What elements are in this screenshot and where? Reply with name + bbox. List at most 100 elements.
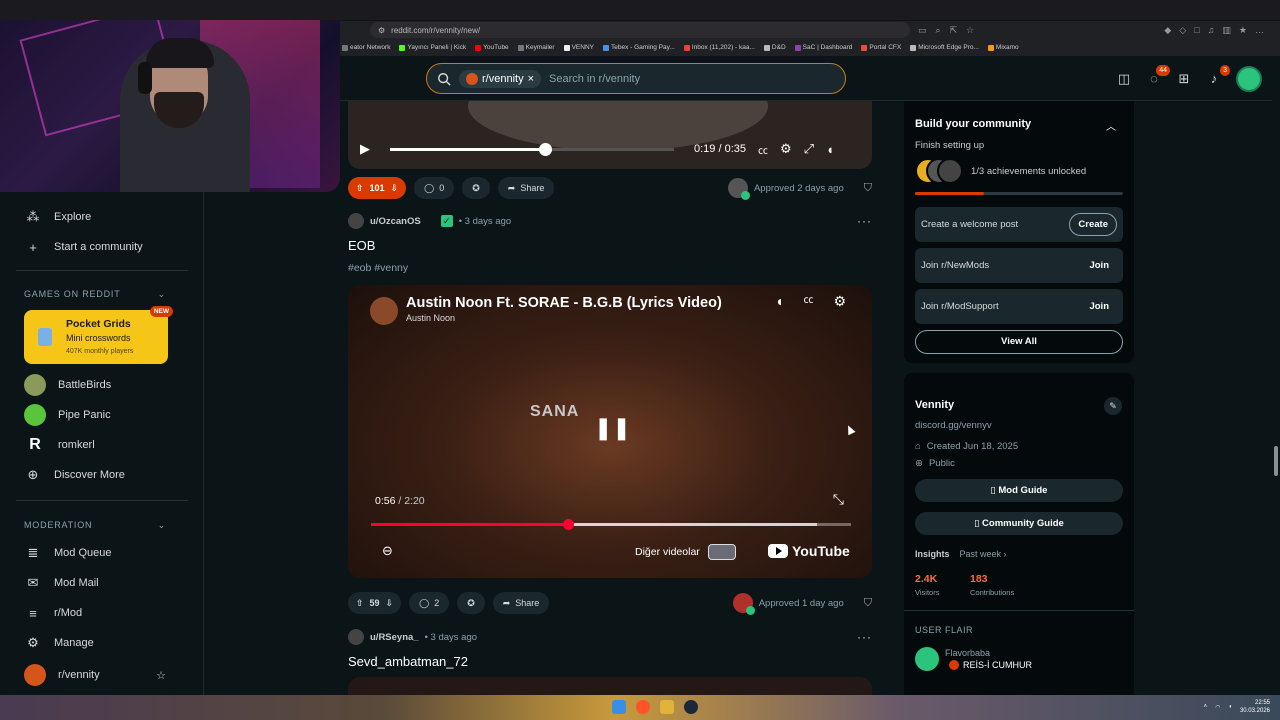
windows-start-icon[interactable] [612, 700, 626, 714]
share-button[interactable]: ➦ Share [492, 592, 550, 614]
fullscreen-icon[interactable]: ⤡ [833, 491, 844, 508]
avatar[interactable] [348, 629, 364, 645]
sidebar-item-mod-queue[interactable]: ≣ Mod Queue [24, 544, 112, 562]
notifications-icon[interactable]: ♪ 3 [1206, 65, 1230, 87]
scrollbar[interactable] [1272, 56, 1280, 695]
bookmark-item[interactable]: Inbox (11,202) - kaa... [683, 44, 755, 51]
youtube-embed[interactable]: Austin Noon Ft. SORAE - B.G.B (Lyrics Vi… [348, 285, 872, 578]
mod-guide-button[interactable]: ▯ Mod Guide [915, 479, 1123, 502]
star-icon[interactable]: ☆ [156, 669, 166, 682]
advertise-icon[interactable]: ◫ [1116, 71, 1132, 87]
more-options-icon[interactable]: ··· [857, 630, 872, 644]
settings-icon[interactable]: … [1255, 25, 1264, 36]
extension-icon[interactable]: □ [1194, 25, 1199, 36]
volume-icon[interactable]: ◖ [1228, 704, 1232, 710]
split-screen-icon[interactable]: ▥ [1222, 25, 1231, 36]
video-title[interactable]: Austin Noon Ft. SORAE - B.G.B (Lyrics Vi… [406, 295, 722, 311]
zoom-icon[interactable]: ⌕ [936, 25, 941, 36]
create-button[interactable]: Create [1069, 213, 1117, 236]
bookmark-item[interactable]: VENNY [563, 44, 594, 51]
play-icon[interactable]: ▶ [360, 141, 370, 157]
gear-icon[interactable]: ⚙ [833, 293, 846, 310]
post-title[interactable]: Sevd_ambatman_72 [348, 654, 468, 669]
sidebar-item-mod-mail[interactable]: ✉ Mod Mail [24, 574, 99, 592]
youtube-logo[interactable]: YouTube [768, 543, 850, 559]
link-icon[interactable]: ⊖ [382, 543, 393, 559]
downvote-icon[interactable]: ⇩ [386, 598, 394, 609]
avatar[interactable] [915, 647, 939, 671]
video-player[interactable]: ▶ 0:19 / 0:35 ㏄ ⚙ ⤢ ◖ [348, 101, 872, 169]
share-icon[interactable]: ⇱ [950, 25, 958, 36]
view-all-button[interactable]: View All [915, 330, 1123, 354]
bookmark-item[interactable]: Tebex - Gaming Pay... [602, 44, 675, 51]
join-button[interactable]: Join [1081, 255, 1117, 276]
bookmark-item[interactable]: Mixamo [987, 44, 1019, 51]
community-link[interactable]: discord.gg/vennyv [915, 420, 992, 431]
chevron-up-icon[interactable]: ︿ [1106, 118, 1116, 133]
post-title[interactable]: EOB [348, 238, 375, 253]
search-bar[interactable]: r/vennity × Search in r/vennity [426, 63, 846, 94]
shield-icon[interactable]: ⛉ [864, 597, 872, 610]
more-options-icon[interactable]: ··· [857, 214, 872, 228]
post-author[interactable]: u/OzcanOS [370, 216, 421, 227]
shield-icon[interactable]: ⛉ [864, 182, 872, 195]
award-button[interactable]: ✪ [457, 592, 485, 614]
scrollbar-thumb[interactable] [1274, 446, 1278, 476]
steam-icon[interactable] [684, 700, 698, 714]
extension-icon[interactable]: ◆ [1164, 25, 1171, 36]
upvote-icon[interactable]: ⇧ [356, 598, 364, 609]
sidebar-item-manage[interactable]: ⚙ Manage [24, 634, 94, 652]
sidebar-item-discover-more[interactable]: ⊕ Discover More [24, 466, 125, 484]
avatar[interactable] [348, 213, 364, 229]
share-button[interactable]: ➦ Share [497, 177, 555, 199]
video-player[interactable] [348, 677, 872, 695]
create-post-icon[interactable]: ⊞ [1176, 71, 1192, 87]
community-guide-button[interactable]: ▯ Community Guide [915, 512, 1123, 535]
join-button[interactable]: Join [1081, 296, 1117, 317]
scrubber-handle[interactable] [539, 142, 552, 156]
search-input[interactable]: Search in r/vennity [549, 73, 640, 85]
favorite-icon[interactable]: ☆ [966, 25, 974, 36]
sidebar-item-r-mod[interactable]: ≡ r/Mod [24, 604, 82, 622]
volume-icon[interactable]: ◖ [775, 293, 783, 310]
captions-icon[interactable]: ㏄ [758, 142, 768, 157]
bookmark-item[interactable]: Keymailer [517, 44, 555, 51]
brave-icon[interactable] [636, 700, 650, 714]
bookmark-item[interactable]: Portal CFX [861, 44, 901, 51]
edit-icon[interactable]: ✎ [1104, 397, 1122, 415]
wifi-icon[interactable]: ◠ [1215, 704, 1220, 711]
bookmark-item[interactable]: eator Network [342, 44, 390, 51]
channel-name[interactable]: Austin Noon [406, 313, 455, 323]
chat-icon[interactable]: ◌ 44 [1146, 65, 1170, 87]
games-section-header[interactable]: GAMES ON REDDIT ⌄ [24, 289, 166, 300]
moderation-section-header[interactable]: MODERATION ⌄ [24, 520, 166, 531]
chevron-up-icon[interactable]: ˄ [1204, 704, 1208, 710]
pause-icon[interactable]: ❚❚ [594, 413, 631, 443]
video-scrubber[interactable] [390, 142, 674, 156]
channel-avatar[interactable] [370, 297, 398, 325]
achievements-row[interactable]: 1/3 achievements unlocked [915, 158, 1086, 184]
clock[interactable]: 22:55 30.03.2026 [1240, 699, 1270, 715]
insights-header[interactable]: Insights Past week › [915, 549, 1007, 559]
scrubber-handle[interactable] [562, 519, 574, 530]
flair-text[interactable]: REİS-İ CUMHUR [949, 660, 1032, 670]
award-button[interactable]: ✪ [462, 177, 490, 199]
sidebar-item-pipe-panic[interactable]: Pipe Panic [24, 404, 111, 426]
more-videos-button[interactable]: Diğer videolar [635, 544, 736, 560]
site-info-icon[interactable]: ⚙ [378, 26, 385, 35]
comments-button[interactable]: ◯ 0 [414, 177, 455, 199]
sidebar-item-battlebirds[interactable]: BattleBirds [24, 374, 111, 396]
comments-button[interactable]: ◯ 2 [409, 592, 450, 614]
sidebar-item-romkerl[interactable]: R romkerl [24, 434, 95, 456]
gear-icon[interactable]: ⚙ [780, 141, 792, 157]
bookmark-item[interactable]: YouTube [475, 44, 509, 51]
post-author[interactable]: u/RSeyna_ [370, 632, 419, 643]
fullscreen-icon[interactable]: ⤢ [804, 141, 814, 157]
video-scrubber[interactable] [371, 519, 851, 530]
upvote-icon[interactable]: ⇧ [356, 183, 364, 194]
sidebar-item-explore[interactable]: ⁂ Explore [24, 208, 92, 226]
collections-icon[interactable]: ♫ [1208, 25, 1215, 36]
bookmark-item[interactable]: Yayıncı Paneli | Kick [399, 44, 466, 51]
bookmark-folder[interactable]: D&D [763, 44, 786, 51]
address-bar[interactable]: ⚙ reddit.com/r/vennity/new/ [370, 22, 910, 38]
